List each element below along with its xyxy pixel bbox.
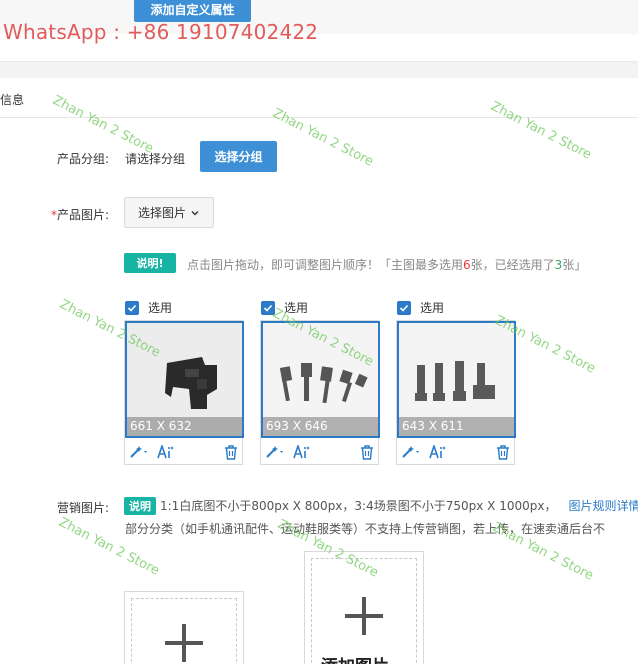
select-images-label: 选择图片 (137, 206, 186, 220)
custom-attributes-panel: 添加自定义属性 WhatsApp : +86 19107402422 (0, 0, 638, 62)
image-order-hint: 点击图片拖动，即可调整图片顺序！「主图最多选用6张，已经选用了3张」 (187, 258, 587, 272)
chevron-down-icon (191, 210, 199, 215)
product-image-thumbnail[interactable]: 643 X 611 (397, 321, 516, 438)
product-images-label: *产品图片: (50, 208, 109, 222)
product-editor-page: 添加自定义属性 WhatsApp : +86 19107402422 信息 产品… (0, 0, 638, 664)
section-divider (0, 62, 638, 78)
image-rules-link[interactable]: 图片规则详情 (568, 499, 638, 513)
image-select-checkbox[interactable]: 选用 (125, 299, 172, 316)
magic-wand-icon[interactable] (401, 445, 423, 459)
select-images-dropdown[interactable]: 选择图片 (124, 197, 214, 228)
magic-wand-icon[interactable] (129, 445, 151, 459)
image-select-checkbox[interactable]: 选用 (397, 299, 444, 316)
product-group-value: 请选择分组 (125, 152, 186, 166)
image-toolbar (261, 439, 378, 465)
product-image-card[interactable]: 643 X 611 (396, 320, 516, 465)
marketing-note-badge: 说明 (124, 497, 156, 515)
section-title: 信息 (0, 93, 25, 107)
trash-icon[interactable] (496, 444, 510, 460)
add-image-label: 添加图片 (321, 652, 389, 664)
image-dimensions: 643 X 611 (399, 417, 514, 436)
text-ai-icon[interactable] (429, 445, 447, 459)
text-ai-icon[interactable] (293, 445, 311, 459)
check-icon (397, 300, 411, 315)
image-toolbar (397, 439, 514, 465)
whatsapp-overlay-text: WhatsApp : +86 19107402422 (3, 20, 319, 44)
image-dimensions: 693 X 646 (263, 417, 378, 436)
max-count: 6 (463, 258, 471, 272)
product-group-label: 产品分组: (56, 152, 109, 166)
marketing-images-label: 营销图片: (56, 501, 109, 515)
note-badge: 说明! (124, 253, 176, 273)
text-ai-icon[interactable] (157, 445, 175, 459)
check-icon (125, 300, 139, 315)
magic-wand-icon[interactable] (265, 445, 287, 459)
image-dimensions: 661 X 632 (127, 417, 242, 436)
trash-icon[interactable] (360, 444, 374, 460)
trash-icon[interactable] (224, 444, 238, 460)
marketing-category-note: 部分分类（如手机通讯配件、运动鞋服类等）不支持上传营销图，若上传，在速卖通后台不 (125, 522, 606, 536)
add-custom-attribute-button[interactable]: 添加自定义属性 (134, 0, 251, 22)
marketing-rules-text: 1:1白底图不小于800px X 800px，3:4场景图不小于750px X … (160, 497, 638, 514)
image-toolbar (125, 439, 242, 465)
select-group-button[interactable]: 选择分组 (200, 141, 277, 172)
upload-marketing-image-1[interactable] (124, 591, 244, 664)
